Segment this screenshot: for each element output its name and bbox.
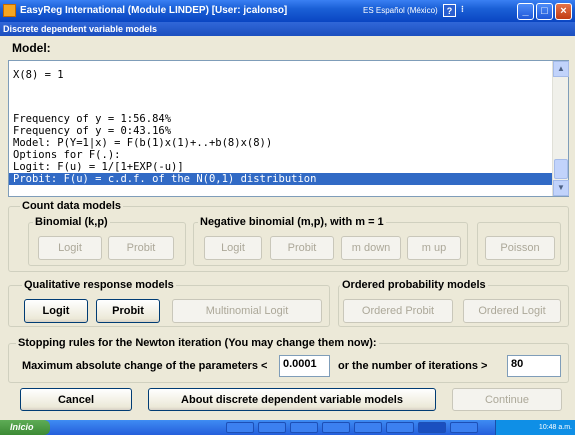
poisson-button[interactable]: Poisson xyxy=(485,236,555,260)
taskbar-item[interactable] xyxy=(450,422,478,433)
dialog-subtitle: Discrete dependent variable models xyxy=(0,22,575,36)
ordered-probit-button[interactable]: Ordered Probit xyxy=(343,299,453,323)
maximize-button[interactable]: □ xyxy=(536,3,553,20)
model-line: Model: P(Y=1|x) = F(b(1)x(1)+..+b(8)x(8)… xyxy=(13,137,273,149)
taskbar-item-active[interactable] xyxy=(418,422,446,433)
close-button[interactable]: × xyxy=(555,3,572,20)
model-line: Frequency of y = 0:43.16% xyxy=(13,125,172,137)
taskbar xyxy=(0,420,575,435)
count-data-models-title: Count data models xyxy=(20,200,124,212)
negbin-probit-button[interactable]: Probit xyxy=(270,236,334,260)
qualitative-response-title: Qualitative response models xyxy=(22,279,176,291)
language-indicator[interactable]: ES Español (México) xyxy=(363,6,438,15)
taskbar-item[interactable] xyxy=(386,422,414,433)
stopping-rules-title: Stopping rules for the Newton iteration … xyxy=(16,337,379,349)
binomial-probit-button[interactable]: Probit xyxy=(108,236,174,260)
taskbar-item[interactable] xyxy=(354,422,382,433)
model-line: Frequency of y = 1:56.84% xyxy=(13,113,172,125)
binomial-title: Binomial (k,p) xyxy=(33,216,110,228)
model-output-textarea[interactable]: X(8) = 1 Frequency of y = 1:56.84% Frequ… xyxy=(8,60,569,197)
continue-button[interactable]: Continue xyxy=(452,388,562,411)
model-line: Options for F(.): xyxy=(13,149,121,161)
language-options-icon[interactable]: ⁝ xyxy=(461,4,464,15)
taskbar-item[interactable] xyxy=(226,422,254,433)
taskbar-item[interactable] xyxy=(290,422,318,433)
taskbar-item[interactable] xyxy=(258,422,286,433)
max-change-input[interactable]: 0.0001 xyxy=(279,355,330,377)
model-line: X(8) = 1 xyxy=(13,69,64,81)
m-down-button[interactable]: m down xyxy=(341,236,401,260)
start-button[interactable]: Inicio xyxy=(0,420,50,435)
scroll-down-icon[interactable]: ▼ xyxy=(553,180,569,196)
qualitative-logit-button[interactable]: Logit xyxy=(24,299,88,323)
max-change-label: Maximum absolute change of the parameter… xyxy=(22,360,268,372)
minimize-button[interactable]: _ xyxy=(517,3,534,20)
iterations-label: or the number of iterations > xyxy=(338,360,488,372)
cancel-button[interactable]: Cancel xyxy=(20,388,132,411)
model-label: Model: xyxy=(12,41,51,55)
negbin-logit-button[interactable]: Logit xyxy=(204,236,262,260)
app-icon xyxy=(3,4,16,17)
negative-binomial-title: Negative binomial (m,p), with m = 1 xyxy=(198,216,386,228)
window-title-bar[interactable]: EasyReg International (Module LINDEP) [U… xyxy=(0,0,575,22)
multinomial-logit-button[interactable]: Multinomial Logit xyxy=(172,299,322,323)
help-icon[interactable]: ? xyxy=(443,4,456,17)
about-button[interactable]: About discrete dependent variable models xyxy=(148,388,436,411)
qualitative-probit-button[interactable]: Probit xyxy=(96,299,160,323)
model-line: Logit: F(u) = 1/[1+EXP(-u)] xyxy=(13,161,184,173)
window-title: EasyReg International (Module LINDEP) [U… xyxy=(20,5,288,16)
binomial-logit-button[interactable]: Logit xyxy=(38,236,102,260)
ordered-probability-title: Ordered probability models xyxy=(340,279,488,291)
ordered-logit-button[interactable]: Ordered Logit xyxy=(463,299,561,323)
scroll-thumb[interactable] xyxy=(554,159,568,179)
model-scrollbar[interactable]: ▲ ▼ xyxy=(552,61,569,196)
scroll-up-icon[interactable]: ▲ xyxy=(553,61,569,77)
m-up-button[interactable]: m up xyxy=(407,236,461,260)
model-output-content[interactable]: X(8) = 1 Frequency of y = 1:56.84% Frequ… xyxy=(9,61,552,196)
iterations-input[interactable]: 80 xyxy=(507,355,561,377)
system-tray-clock[interactable]: 10:48 a.m. xyxy=(495,420,575,435)
taskbar-item[interactable] xyxy=(322,422,350,433)
model-line-selected[interactable]: Probit: F(u) = c.d.f. of the N(0,1) dist… xyxy=(9,173,552,185)
